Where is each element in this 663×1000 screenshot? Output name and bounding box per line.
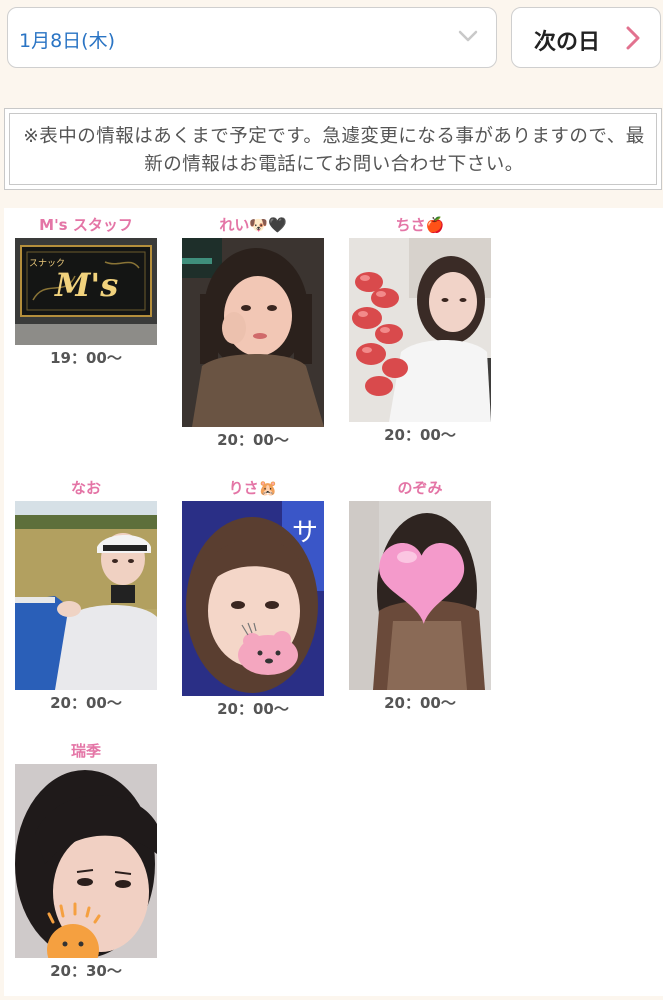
cast-name: のぞみ	[397, 479, 443, 497]
cast-name: ちさ🍎	[395, 216, 445, 234]
cast-card[interactable]: 瑞季 20：30〜	[15, 738, 157, 981]
cast-name: M's スタッフ	[39, 216, 133, 234]
cast-photo[interactable]	[349, 501, 491, 690]
next-day-label: 次の日	[534, 30, 601, 55]
cast-card[interactable]: ちさ🍎 20：00〜	[349, 212, 491, 445]
cast-name: なお	[70, 479, 101, 497]
cast-photo[interactable]: サ	[182, 501, 324, 696]
notice-text: ※表中の情報はあくまで予定です。急遽変更になる事がありますので、最新の情報はお電…	[23, 126, 645, 175]
cast-time: 20：30〜	[50, 962, 122, 980]
chevron-down-icon	[458, 30, 478, 42]
cast-name: れい🐶🖤	[219, 216, 287, 234]
cast-card[interactable]: なお 20：00〜	[15, 475, 157, 713]
cast-time: 19：00〜	[50, 349, 122, 367]
cast-photo[interactable]	[15, 501, 157, 690]
cast-card[interactable]: のぞみ 20：00〜	[349, 475, 491, 713]
chevron-right-icon	[626, 26, 640, 50]
cast-photo[interactable]: スナック M's	[15, 238, 157, 345]
date-select-value: 1月8日(木)	[19, 30, 116, 52]
cast-photo[interactable]	[182, 238, 324, 427]
schedule-notice: ※表中の情報はあくまで予定です。急遽変更になる事がありますので、最新の情報はお電…	[4, 108, 662, 190]
cast-time: 20：00〜	[384, 426, 456, 444]
cast-schedule-grid: M's スタッフ スナック M's 19：00〜 れい🐶🖤 20：00〜 ちさ🍎…	[4, 208, 663, 996]
cast-card[interactable]: れい🐶🖤 20：00〜	[182, 212, 324, 450]
date-select[interactable]: 1月8日(木)	[7, 7, 497, 68]
cast-photo[interactable]	[349, 238, 491, 422]
cast-card[interactable]: M's スタッフ スナック M's 19：00〜	[15, 212, 157, 368]
cast-time: 20：00〜	[384, 694, 456, 712]
notice-inner-border: ※表中の情報はあくまで予定です。急遽変更になる事がありますので、最新の情報はお電…	[9, 113, 657, 185]
next-day-button[interactable]: 次の日	[511, 7, 661, 68]
sign-text: M's	[54, 266, 118, 304]
cast-time: 20：00〜	[217, 700, 289, 718]
cast-time: 20：00〜	[217, 431, 289, 449]
cast-photo[interactable]	[15, 764, 157, 958]
cast-card[interactable]: りさ🐹 サ 20：00〜	[182, 475, 324, 719]
cast-name: 瑞季	[70, 742, 101, 760]
cast-name: りさ🐹	[228, 479, 278, 497]
cast-time: 20：00〜	[50, 694, 122, 712]
